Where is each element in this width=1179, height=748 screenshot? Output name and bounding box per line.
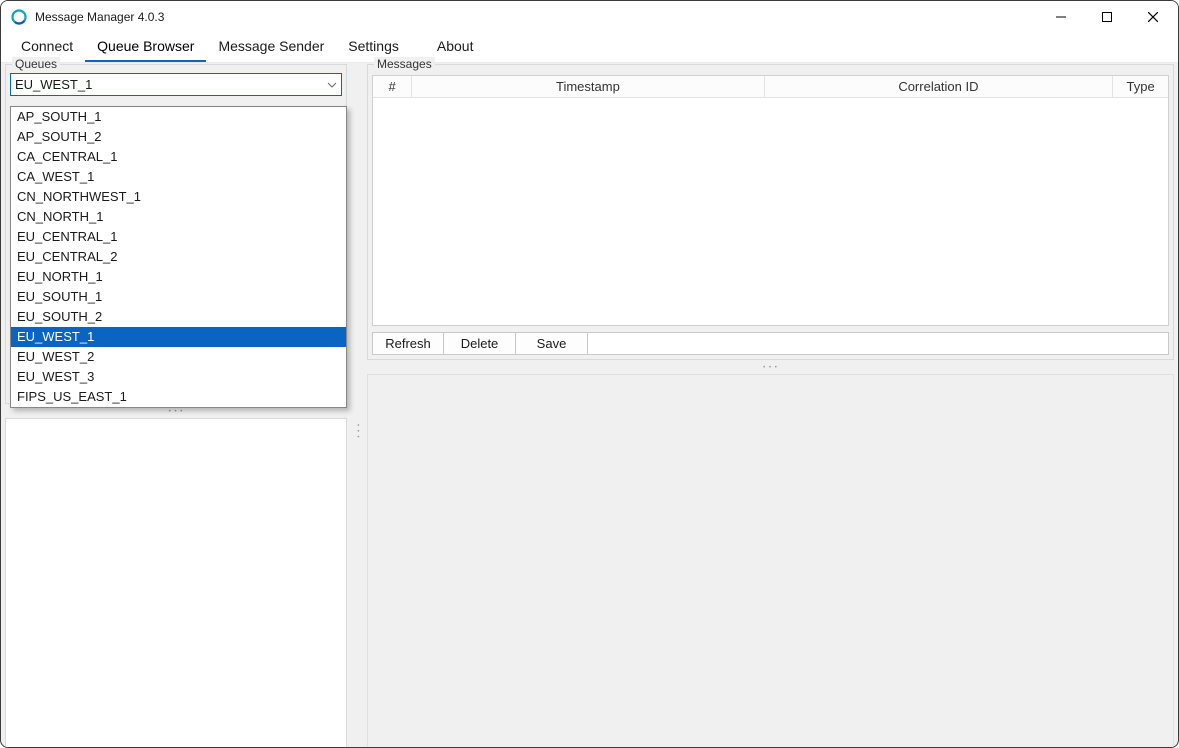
queue-option[interactable]: EU_WEST_1	[11, 327, 346, 347]
messages-legend: Messages	[374, 57, 435, 71]
save-button[interactable]: Save	[516, 332, 588, 355]
queue-option[interactable]: CA_WEST_1	[11, 167, 346, 187]
messages-table-header: # Timestamp Correlation ID Type	[373, 76, 1168, 98]
queue-option[interactable]: EU_SOUTH_2	[11, 307, 346, 327]
queue-option[interactable]: EU_NORTH_1	[11, 267, 346, 287]
queue-select-value: EU_WEST_1	[15, 77, 92, 92]
close-icon	[1148, 12, 1158, 22]
left-detail-pane	[5, 418, 347, 748]
queue-option[interactable]: EU_WEST_3	[11, 367, 346, 387]
messages-toolbar: Refresh Delete Save	[372, 332, 1169, 355]
queue-option[interactable]: CN_NORTH_1	[11, 207, 346, 227]
tab-strip: Connect Queue Browser Message Sender Set…	[1, 33, 1178, 63]
title-bar: Message Manager 4.0.3	[1, 1, 1178, 33]
queue-option[interactable]: AP_SOUTH_2	[11, 127, 346, 147]
right-splitter[interactable]	[367, 360, 1174, 372]
queue-option[interactable]: EU_WEST_2	[11, 347, 346, 367]
queue-option[interactable]: CN_NORTHWEST_1	[11, 187, 346, 207]
queue-dropdown[interactable]: AP_SOUTH_1AP_SOUTH_2CA_CENTRAL_1CA_WEST_…	[10, 106, 347, 408]
col-timestamp[interactable]: Timestamp	[412, 76, 764, 97]
vertical-splitter[interactable]	[351, 64, 363, 748]
queues-legend: Queues	[12, 57, 60, 71]
maximize-button[interactable]	[1084, 1, 1130, 33]
window-title: Message Manager 4.0.3	[35, 10, 164, 24]
messages-table: # Timestamp Correlation ID Type	[372, 75, 1169, 326]
minimize-button[interactable]	[1038, 1, 1084, 33]
messages-filter-input[interactable]	[588, 332, 1169, 355]
app-icon	[11, 9, 27, 25]
queue-option[interactable]: AP_SOUTH_1	[11, 107, 346, 127]
messages-group: Messages # Timestamp Correlation ID Type…	[367, 64, 1174, 360]
col-type[interactable]: Type	[1113, 76, 1168, 97]
close-button[interactable]	[1130, 1, 1176, 33]
minimize-icon	[1056, 12, 1066, 22]
col-correlation-id[interactable]: Correlation ID	[765, 76, 1114, 97]
maximize-icon	[1102, 12, 1112, 22]
chevron-down-icon	[327, 82, 337, 88]
messages-table-body	[373, 98, 1168, 325]
right-pane: Messages # Timestamp Correlation ID Type…	[367, 64, 1174, 748]
delete-button[interactable]: Delete	[444, 332, 516, 355]
queue-option[interactable]: CA_CENTRAL_1	[11, 147, 346, 167]
queue-option[interactable]: EU_CENTRAL_1	[11, 227, 346, 247]
message-detail-pane	[367, 374, 1174, 748]
queue-option[interactable]: EU_SOUTH_1	[11, 287, 346, 307]
queue-select[interactable]: EU_WEST_1	[10, 73, 342, 96]
app-window: Message Manager 4.0.3 Connect Queue Brow…	[0, 0, 1179, 748]
tab-queue-browser[interactable]: Queue Browser	[85, 32, 206, 62]
queue-option[interactable]: EU_CENTRAL_2	[11, 247, 346, 267]
refresh-button[interactable]: Refresh	[372, 332, 444, 355]
queue-option[interactable]: FIPS_US_EAST_1	[11, 387, 346, 407]
tab-message-sender[interactable]: Message Sender	[206, 32, 336, 62]
col-index[interactable]: #	[373, 76, 412, 97]
